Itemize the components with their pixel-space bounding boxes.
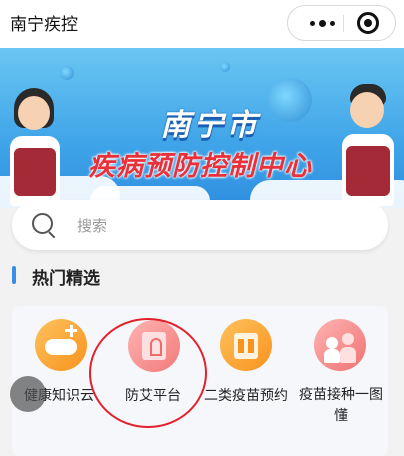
highlight-circle-annotation	[89, 318, 207, 428]
banner-city-title: 南宁市	[160, 108, 260, 143]
more-dot-icon	[309, 20, 315, 26]
doctor-illustration-right	[338, 84, 398, 208]
mini-program-capsule	[287, 5, 396, 41]
search-icon	[32, 213, 53, 234]
banner-cdc-title: 疾病预防控制中心	[88, 151, 312, 182]
virus-icon	[60, 66, 74, 80]
hero-banner[interactable]: 南宁市 疾病预防控制中心	[0, 48, 404, 208]
service-label: 二类疫苗预约	[204, 388, 288, 404]
vaccine-box-icon	[220, 319, 272, 371]
search-placeholder: 搜索	[77, 217, 108, 235]
section-title: 热门精选	[32, 269, 100, 289]
service-label: 疫苗接种一图懂	[299, 387, 383, 424]
cloud-plus-icon	[35, 319, 87, 371]
close-program-button[interactable]	[357, 12, 379, 34]
app-title: 南宁疾控	[10, 15, 78, 35]
top-navigation-bar: 南宁疾控	[0, 0, 404, 48]
more-menu-button[interactable]	[302, 6, 342, 40]
section-accent-bar	[12, 266, 16, 284]
injection-icon	[314, 319, 366, 371]
virus-icon	[220, 62, 230, 72]
search-bar[interactable]: 搜索	[12, 200, 388, 250]
more-dot-icon	[329, 20, 335, 26]
capsule-divider	[343, 15, 344, 32]
floating-assistive-button[interactable]	[10, 376, 46, 412]
more-dot-icon	[318, 19, 326, 27]
